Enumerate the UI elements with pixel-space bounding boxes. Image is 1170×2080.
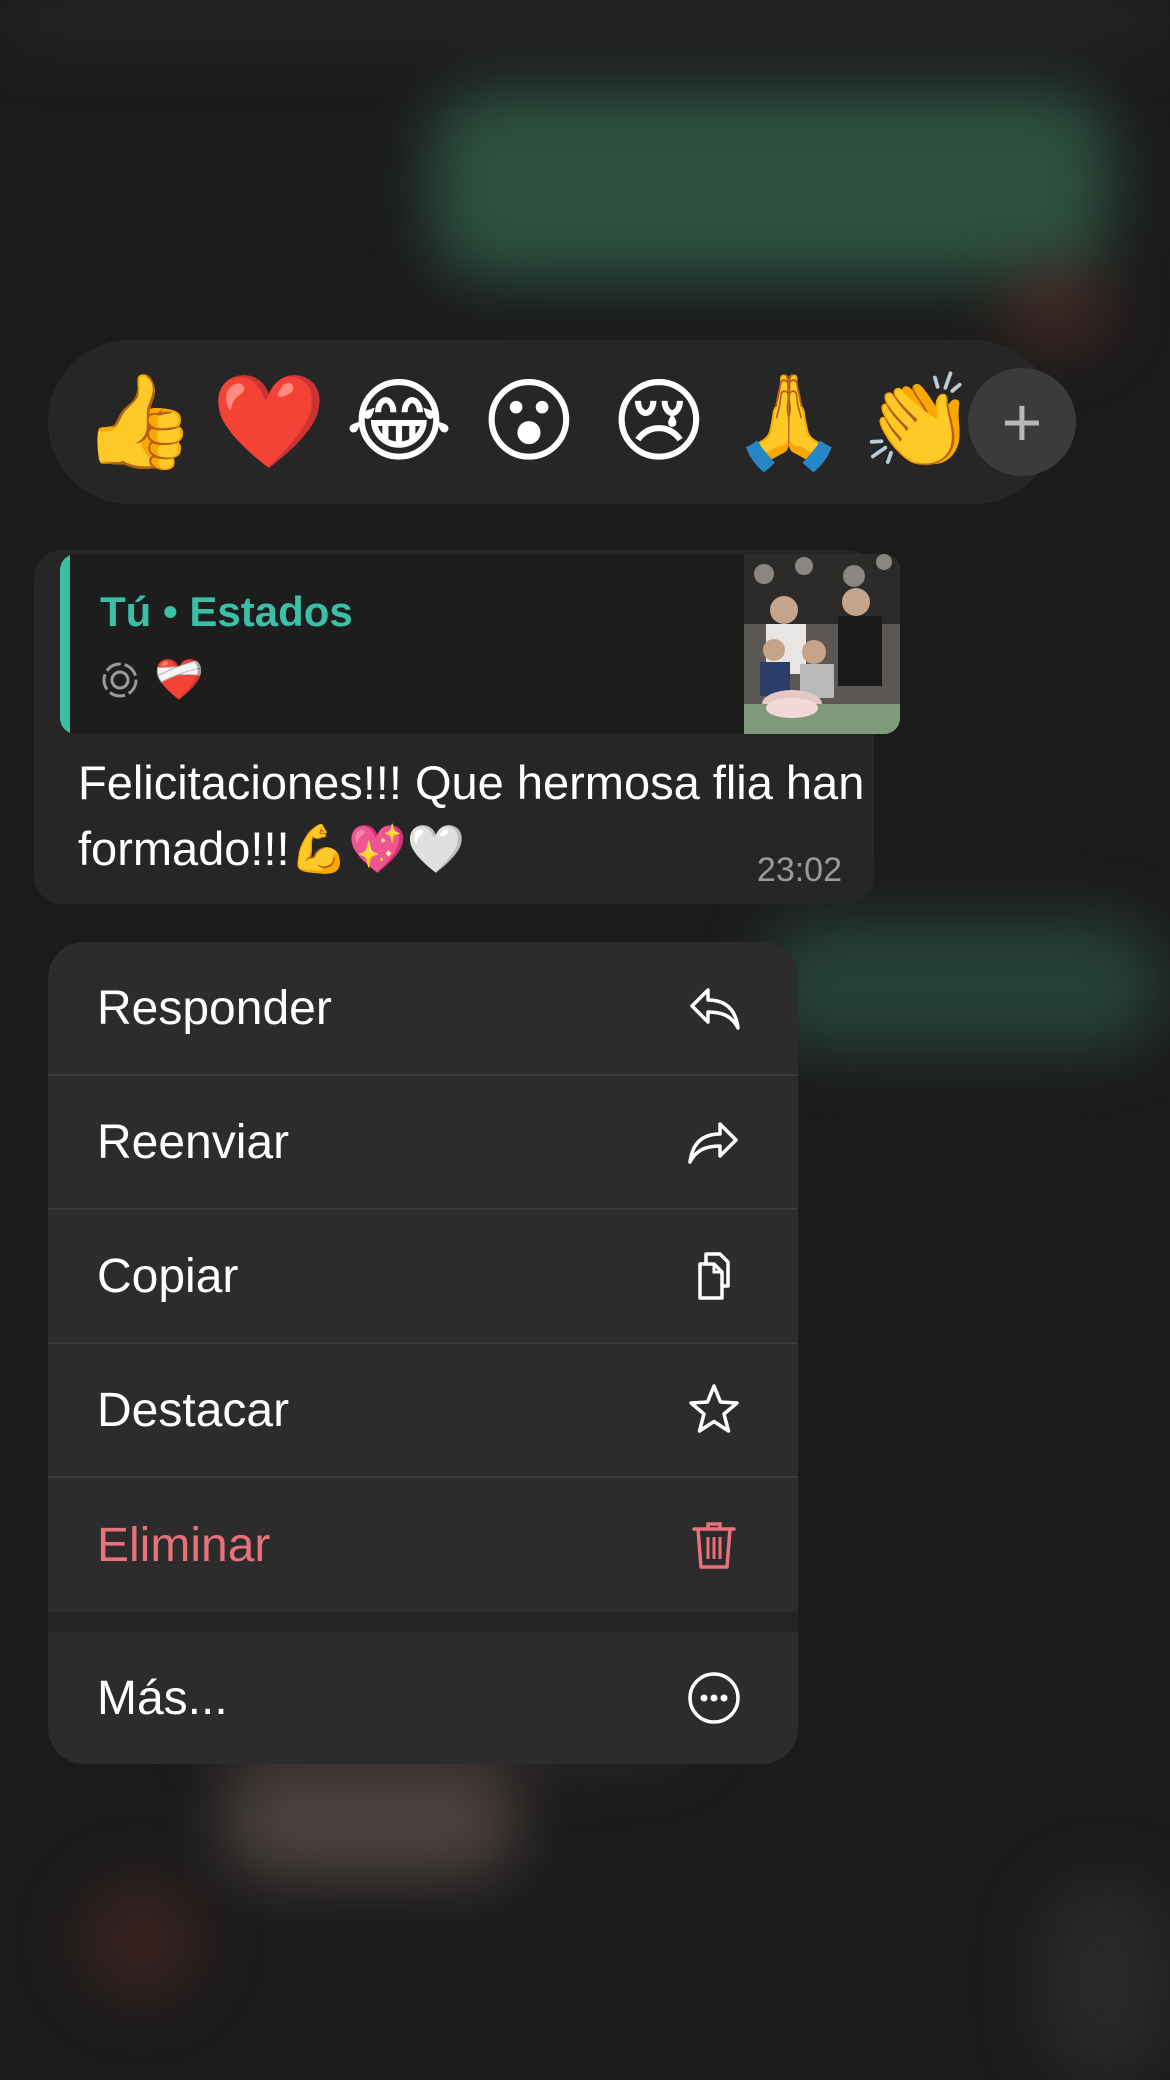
- reply-icon: [690, 988, 740, 1030]
- menu-separator: [48, 1612, 798, 1632]
- quote-accent-bar: [60, 554, 70, 734]
- trash-icon: [692, 1522, 736, 1569]
- mending-heart-emoji: ❤️‍🩹: [154, 657, 204, 703]
- menu-item-star[interactable]: Destacar: [48, 1344, 798, 1478]
- copy-icon: [698, 1252, 730, 1300]
- message-bubble[interactable]: Tú • Estados ❤️‍🩹: [34, 550, 900, 904]
- quoted-status[interactable]: Tú • Estados ❤️‍🩹: [60, 554, 900, 734]
- menu-item-label: Eliminar: [97, 1518, 271, 1572]
- menu-item-copy[interactable]: Copiar: [48, 1210, 798, 1344]
- menu-item-more[interactable]: Más...: [48, 1632, 798, 1764]
- quote-title: Tú • Estados: [100, 588, 353, 635]
- status-icon: [102, 662, 138, 697]
- star-icon: [689, 1384, 739, 1433]
- forward-icon: [688, 1122, 738, 1164]
- reaction-pray[interactable]: 🙏: [724, 340, 854, 504]
- status-photo-thumbnail: [744, 554, 900, 734]
- reaction-bar: 👍 ❤️ 😂 😮 😢 🙏 👏 +: [48, 340, 1076, 504]
- reaction-thumbs-up[interactable]: 👍: [74, 340, 204, 504]
- menu-item-label: Destacar: [97, 1383, 290, 1437]
- message-time: 23:02: [756, 851, 842, 889]
- menu-item-label: Copiar: [97, 1249, 239, 1303]
- more-icon: [688, 1672, 740, 1724]
- menu-item-delete[interactable]: Eliminar: [48, 1478, 798, 1612]
- reaction-heart[interactable]: ❤️: [204, 340, 334, 504]
- reaction-crying[interactable]: 😢: [594, 340, 724, 504]
- quote-subtitle: ❤️‍🩹: [100, 656, 204, 703]
- reaction-laughing[interactable]: 😂: [334, 340, 464, 504]
- reaction-surprised[interactable]: 😮: [464, 340, 594, 504]
- menu-item-reply[interactable]: Responder: [48, 942, 798, 1076]
- reaction-clap[interactable]: 👏: [854, 340, 984, 504]
- menu-item-label: Reenviar: [97, 1115, 290, 1169]
- more-reactions-button[interactable]: +: [968, 368, 1076, 476]
- context-menu: Responder Reenviar Copiar Destacar Elimi…: [48, 942, 798, 1764]
- menu-item-forward[interactable]: Reenviar: [48, 1076, 798, 1210]
- menu-item-label: Responder: [97, 981, 332, 1035]
- menu-item-label: Más...: [97, 1671, 228, 1725]
- plus-icon: +: [1001, 383, 1043, 461]
